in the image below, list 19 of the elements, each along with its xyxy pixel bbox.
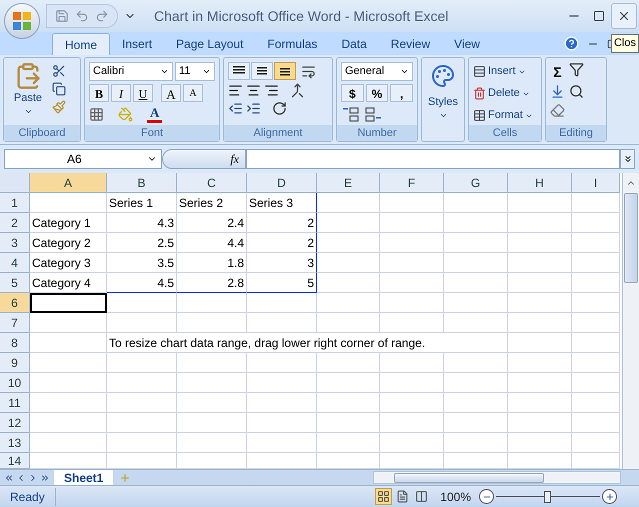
group-label: Clipboard — [4, 125, 80, 141]
font-name-value: Calibri — [93, 64, 124, 80]
group-label: Number — [337, 125, 417, 141]
group-label: Cells — [469, 125, 541, 141]
status-text: Ready — [0, 488, 56, 506]
number-format-value: General — [345, 64, 384, 80]
group-label: Font — [85, 125, 219, 141]
cells-button-label: Insert — [488, 64, 516, 80]
cell-reference: A6 — [67, 151, 82, 168]
group-label: Editing — [546, 125, 606, 141]
paste-label: Paste — [14, 91, 42, 106]
cells-button-label: Format — [488, 108, 523, 124]
cells-button-label: Delete — [488, 86, 520, 102]
group-label: Alignment — [224, 125, 332, 141]
zoom-level: 100% — [440, 488, 471, 506]
tooltip: Clos — [610, 34, 639, 52]
window-title: Chart in Microsoft Office Word - Microsoft Excel — [154, 6, 448, 26]
styles-label: Styles — [428, 95, 458, 110]
font-size-value: 11 — [179, 64, 190, 80]
